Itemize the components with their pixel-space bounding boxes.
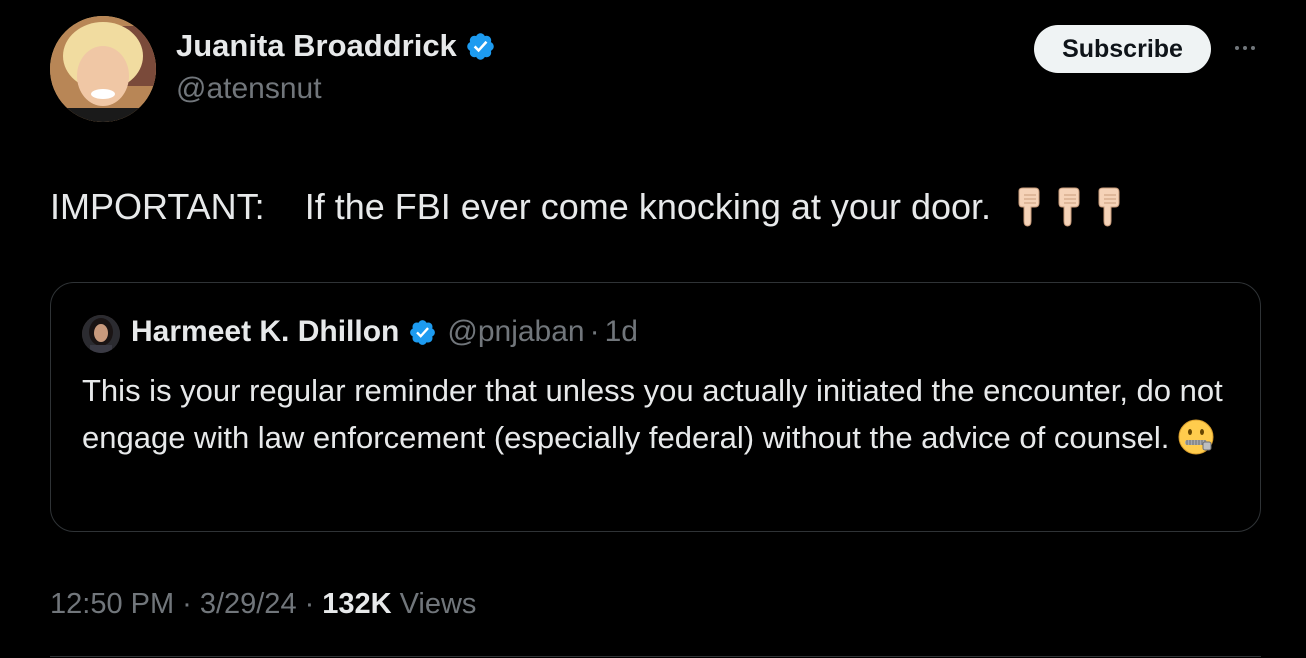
subscribe-button[interactable]: Subscribe: [1034, 25, 1211, 73]
meta-separator: ·: [304, 588, 315, 620]
views-count[interactable]: 132K: [322, 588, 391, 621]
tweet-time[interactable]: 12:50 PM: [50, 588, 174, 621]
author-avatar[interactable]: [50, 16, 156, 122]
tweet-text-row: IMPORTANT: If the FBI ever come knocking…: [50, 186, 1121, 228]
tweet-date[interactable]: 3/29/24: [200, 588, 297, 621]
quoted-avatar-image: [82, 315, 120, 353]
quoted-author-handle[interactable]: @pnjaban: [447, 315, 584, 349]
pointing-down-emoji-icon: [1098, 187, 1120, 227]
quoted-author-name[interactable]: Harmeet K. Dhillon: [131, 315, 399, 349]
author-handle[interactable]: @atensnut: [176, 72, 322, 106]
pointing-down-emoji-icon: [1058, 187, 1080, 227]
author-name[interactable]: Juanita Broaddrick: [176, 28, 457, 64]
quoted-tweet-text: This is your regular reminder that unles…: [82, 373, 1223, 455]
meta-separator: ·: [182, 588, 192, 620]
author-name-row[interactable]: Juanita Broaddrick: [176, 28, 496, 64]
quoted-tweet-card[interactable]: Harmeet K. Dhillon @pnjaban · 1d This is…: [50, 282, 1261, 532]
pointing-down-emoji-icon: [1018, 187, 1040, 227]
quoted-author-avatar[interactable]: [82, 315, 120, 353]
views-label: Views: [399, 588, 477, 620]
more-dot: [1243, 46, 1247, 50]
tweet-meta: 12:50 PM · 3/29/24 · 132K Views: [50, 588, 476, 621]
more-options-icon[interactable]: [1228, 36, 1262, 60]
verified-badge-icon: [410, 319, 436, 345]
quoted-timestamp[interactable]: 1d: [605, 315, 638, 349]
quoted-tweet-text-block: This is your regular reminder that unles…: [82, 367, 1242, 461]
quoted-header: Harmeet K. Dhillon @pnjaban · 1d: [131, 315, 638, 349]
avatar-image: [50, 16, 156, 122]
zipper-mouth-face-emoji-icon: [1178, 419, 1214, 455]
more-dot: [1251, 46, 1255, 50]
quoted-separator: ·: [589, 315, 600, 348]
tweet-text: IMPORTANT: If the FBI ever come knocking…: [50, 186, 992, 227]
more-dot: [1235, 46, 1239, 50]
divider: [50, 656, 1261, 657]
verified-badge-icon: [467, 32, 494, 60]
tweet-emojis: [1015, 187, 1121, 227]
